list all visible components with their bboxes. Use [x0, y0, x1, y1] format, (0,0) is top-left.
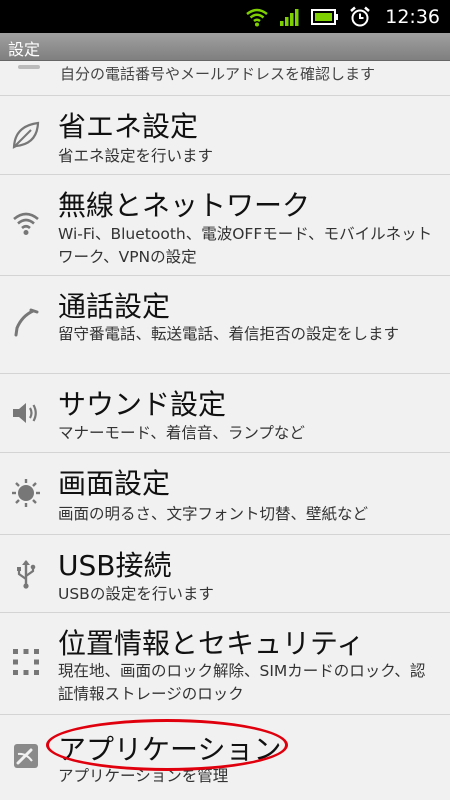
list-item-description: 自分の電話番号やメールアドレスを確認します: [60, 65, 376, 83]
list-item-title: 省エネ設定: [58, 110, 199, 143]
list-item-description: 留守番電話、転送電話、着信拒否の設定をします: [58, 325, 400, 343]
page-title: 設定: [8, 40, 41, 59]
battery-icon: [311, 8, 339, 25]
list-item-title: アプリケーション: [58, 733, 282, 766]
list-item-display-settings[interactable]: 画面設定 画面の明るさ、文字フォント切替、壁紙など: [0, 453, 450, 535]
lock-pattern-icon: [13, 649, 39, 675]
status-icons: 12:36: [245, 0, 440, 33]
clock: 12:36: [385, 5, 440, 28]
wifi-icon: [246, 8, 269, 26]
list-item-title: 位置情報とセキュリティ: [58, 627, 365, 660]
alarm-icon: [350, 6, 371, 26]
list-item-wireless-network[interactable]: 無線とネットワーク Wi-Fi、Bluetooth、電波OFFモード、モバイルネ…: [0, 175, 450, 276]
list-item-title: 無線とネットワーク: [58, 189, 311, 222]
list-item-title: 画面設定: [58, 467, 171, 500]
leaf-icon: [12, 121, 40, 149]
list-item-sound-settings[interactable]: サウンド設定 マナーモード、着信音、ランプなど: [0, 374, 450, 453]
list-item-description: 省エネ設定を行います: [58, 147, 214, 165]
list-item-location-security[interactable]: 位置情報とセキュリティ 現在地、画面のロック解除、SIMカードのロック、認証情報…: [0, 613, 450, 715]
status-bar: 12:36: [0, 0, 450, 33]
list-item-description: 画面の明るさ、文字フォント切替、壁紙など: [58, 505, 369, 523]
signal-icon: [280, 8, 299, 26]
list-item-title: 通話設定: [58, 290, 171, 323]
list-item-description: Wi-Fi、Bluetooth、電波OFFモード、モバイルネットワーク、VPNの…: [58, 225, 433, 266]
list-item-partial[interactable]: 自分の電話番号やメールアドレスを確認します: [0, 61, 450, 96]
list-item-description: 現在地、画面のロック解除、SIMカードのロック、認証情報ストレージのロック: [58, 662, 426, 703]
grip-icon: [18, 65, 40, 69]
title-bar: 設定: [0, 33, 450, 61]
usb-icon: [17, 560, 36, 589]
list-item-title: USB接続: [58, 549, 172, 582]
settings-list[interactable]: 自分の電話番号やメールアドレスを確認します 省エネ設定 省エネ設定を行います 無…: [0, 61, 450, 800]
list-item-description: マナーモード、着信音、ランプなど: [58, 424, 305, 442]
list-item-title: サウンド設定: [58, 388, 227, 421]
list-item-power-saving[interactable]: 省エネ設定 省エネ設定を行います: [0, 96, 450, 175]
wifi-icon: [13, 212, 39, 235]
application-icon: [14, 744, 38, 768]
list-item-applications[interactable]: アプリケーション アプリケーションを管理: [0, 715, 450, 800]
list-item-usb-connection[interactable]: USB接続 USBの設定を行います: [0, 535, 450, 613]
list-item-call-settings[interactable]: 通話設定 留守番電話、転送電話、着信拒否の設定をします: [0, 276, 450, 374]
list-item-description: アプリケーションを管理: [58, 767, 229, 785]
list-item-description: USBの設定を行います: [58, 585, 214, 603]
phone-icon: [14, 308, 39, 337]
brightness-icon: [12, 479, 40, 507]
speaker-icon: [13, 403, 37, 423]
